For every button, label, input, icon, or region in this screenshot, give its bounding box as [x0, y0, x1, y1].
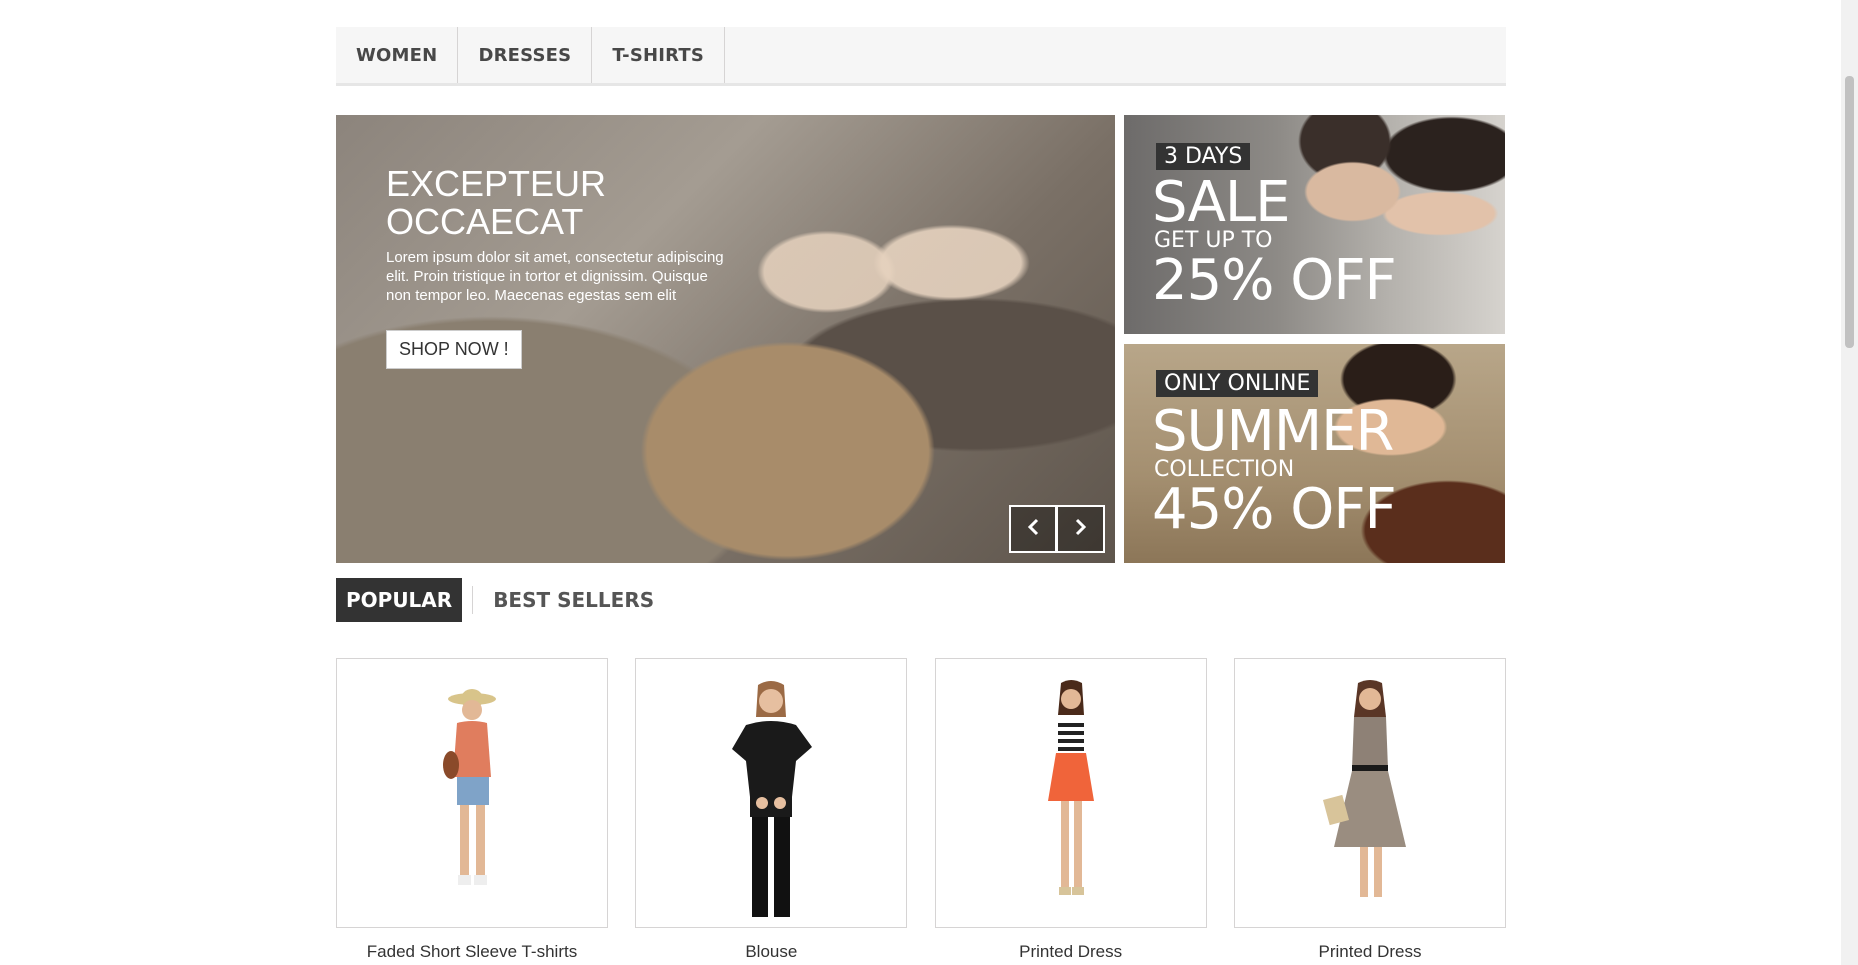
chevron-left-icon	[1026, 518, 1040, 541]
product-image[interactable]	[1233, 658, 1506, 928]
banner-badge: 3 DAYS	[1156, 143, 1251, 170]
tab-popular[interactable]: POPULAR	[336, 578, 463, 622]
slider-prev-button[interactable]	[1009, 505, 1057, 553]
product-card: Printed Dress	[934, 658, 1207, 962]
top-menu: WOMEN DRESSES T-SHIRTS	[336, 27, 1506, 86]
product-photo	[1322, 680, 1406, 897]
nav-item-women[interactable]: WOMEN	[336, 27, 459, 83]
product-name[interactable]: Faded Short Sleeve T-shirts	[336, 942, 608, 962]
tab-divider	[472, 586, 474, 614]
product-photo	[443, 689, 496, 885]
nav-item-tshirts[interactable]: T-SHIRTS	[592, 27, 726, 83]
product-card: Printed Dress	[1233, 658, 1506, 962]
tab-best-sellers[interactable]: BEST SELLERS	[483, 578, 664, 622]
banner-discount: 45% OFF	[1152, 477, 1397, 542]
product-image[interactable]	[934, 658, 1207, 928]
product-image[interactable]	[635, 658, 908, 928]
product-photo	[1047, 680, 1094, 895]
banner-headline: SALE	[1152, 170, 1290, 235]
product-photo	[732, 681, 813, 917]
chevron-right-icon	[1074, 518, 1088, 541]
banner-discount: 25% OFF	[1152, 248, 1397, 313]
summer-collection-banner[interactable]: ONLY ONLINE SUMMER COLLECTION 45% OFF	[1124, 344, 1505, 563]
slider-next-button[interactable]	[1057, 505, 1105, 553]
shop-now-button[interactable]: SHOP NOW !	[386, 330, 522, 369]
product-list: Faded Short Sleeve T-shirts Blouse Print…	[336, 658, 1506, 962]
product-card: Blouse	[635, 658, 908, 962]
product-image[interactable]	[336, 658, 608, 928]
product-name[interactable]: Printed Dress	[935, 942, 1207, 962]
slider-description: Lorem ipsum dolor sit amet, consectetur …	[386, 249, 724, 304]
slider-title: EXCEPTEUR OCCAECAT	[386, 163, 607, 242]
banner-badge: ONLY ONLINE	[1156, 370, 1319, 397]
slider-controls	[1009, 505, 1105, 553]
sale-banner[interactable]: 3 DAYS SALE GET UP TO 25% OFF	[1124, 115, 1505, 334]
scrollbar-thumb[interactable]	[1845, 76, 1854, 348]
product-name[interactable]: Blouse	[635, 942, 907, 962]
homepage-slider[interactable]: EXCEPTEUR OCCAECAT Lorem ipsum dolor sit…	[336, 115, 1115, 563]
banner-headline: SUMMER	[1152, 399, 1394, 464]
product-card: Faded Short Sleeve T-shirts	[336, 658, 608, 962]
nav-item-dresses[interactable]: DRESSES	[458, 27, 593, 83]
product-name[interactable]: Printed Dress	[1234, 942, 1506, 962]
product-tabs: POPULAR BEST SELLERS	[336, 578, 664, 622]
vertical-scrollbar[interactable]	[1841, 0, 1858, 965]
